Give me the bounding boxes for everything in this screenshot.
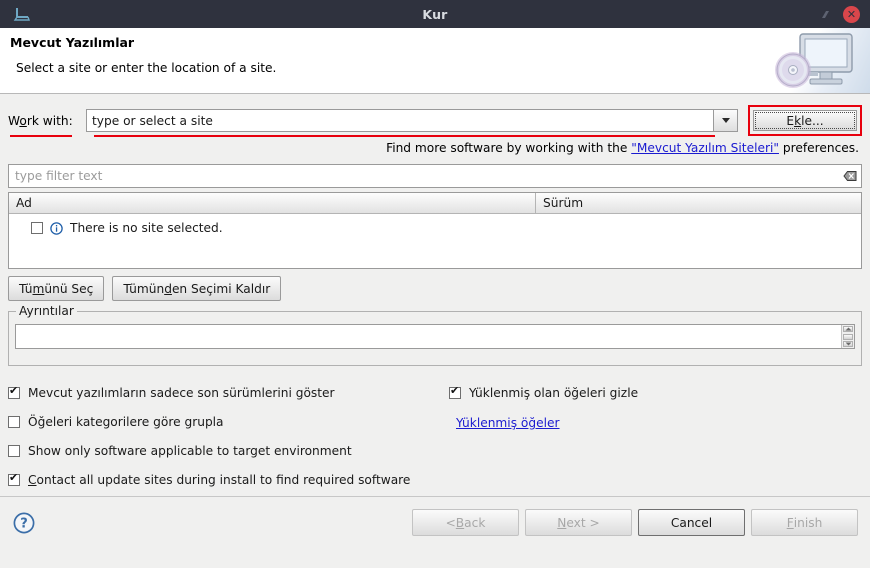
options-left-column: Mevcut yazılımların sadece son sürümleri…: [8, 378, 438, 494]
option-show-latest-versions-checkbox[interactable]: [8, 385, 20, 399]
page-title: Mevcut Yazılımlar: [10, 35, 135, 50]
filter-input[interactable]: [9, 169, 839, 183]
option-target-environment[interactable]: Show only software applicable to target …: [8, 436, 438, 465]
table-body: There is no site selected.: [9, 214, 861, 268]
table-header-row: Ad Sürüm: [9, 193, 861, 214]
monitor-with-disc-icon: [770, 28, 870, 93]
deselect-all-button[interactable]: Tümünden Seçimi Kaldır: [112, 276, 282, 301]
scroll-up-icon[interactable]: [843, 326, 853, 332]
scroll-down-icon[interactable]: [843, 341, 853, 347]
add-site-highlight: Ek le...: [748, 105, 862, 136]
select-all-button[interactable]: Tümünü Seç: [8, 276, 105, 301]
find-more-after: preferences.: [778, 141, 859, 155]
available-software-sites-link[interactable]: "Mevcut Yazılım Siteleri": [631, 141, 779, 155]
dialog-header: Mevcut Yazılımlar Select a site or enter…: [0, 28, 870, 94]
next-button[interactable]: Next >: [525, 509, 632, 536]
options-right-column: Yüklenmiş olan öğeleri gizle Yüklenmiş ö…: [449, 378, 638, 431]
find-more-text: Find more software by working with the "…: [8, 141, 862, 155]
restore-icon[interactable]: [817, 6, 833, 22]
option-contact-all-sites-checkbox[interactable]: [8, 472, 20, 486]
annotation-underline-label: [10, 135, 72, 137]
details-group: Ayrıntılar: [8, 304, 862, 366]
option-group-by-category-label: Öğeleri kategorilere göre grupla: [28, 414, 224, 429]
option-group-by-category[interactable]: Öğeleri kategorilere göre grupla: [8, 407, 438, 436]
info-icon: [50, 221, 63, 235]
table-row[interactable]: There is no site selected.: [31, 221, 861, 235]
work-with-row: Work with: Ekle...: [8, 94, 862, 136]
row-checkbox[interactable]: [31, 222, 43, 234]
work-with-combo[interactable]: [86, 109, 738, 132]
help-icon[interactable]: ?: [12, 511, 36, 535]
filter-box[interactable]: [8, 164, 862, 188]
software-table: Ad Sürüm There is no site selected.: [8, 192, 862, 269]
page-subtitle: Select a site or enter the location of a…: [16, 61, 277, 75]
row-label: There is no site selected.: [70, 221, 223, 235]
work-with-input[interactable]: [86, 109, 713, 132]
option-group-by-category-checkbox[interactable]: [8, 415, 20, 428]
chevron-down-icon[interactable]: [713, 109, 738, 132]
close-icon[interactable]: ✕: [843, 5, 860, 23]
details-scrollbar[interactable]: [841, 325, 854, 348]
dialog-footer: ? < Back Next > Cancel Finish: [0, 496, 870, 548]
svg-text:?: ?: [20, 516, 28, 531]
back-button[interactable]: < Back: [412, 509, 519, 536]
add-site-button[interactable]: Ek le...: [753, 110, 857, 131]
annotation-underline-input: [94, 135, 715, 137]
wizard-buttons: < Back Next > Cancel Finish: [412, 509, 858, 536]
work-with-label: Work with:: [8, 113, 73, 128]
window-title: Kur: [422, 6, 448, 22]
option-contact-all-sites-label: Contact all update sites during install …: [28, 472, 411, 487]
option-target-environment-checkbox[interactable]: [8, 444, 20, 457]
window-titlebar: Kur ✕: [0, 0, 870, 28]
option-hide-installed-checkbox[interactable]: [449, 385, 461, 399]
details-text: [16, 325, 841, 348]
cancel-button[interactable]: Cancel: [638, 509, 745, 536]
installed-items-link[interactable]: Yüklenmiş öğeler: [456, 416, 560, 430]
details-field[interactable]: [15, 324, 855, 349]
option-hide-installed[interactable]: Yüklenmiş olan öğeleri gizle: [449, 378, 638, 407]
option-contact-all-sites[interactable]: Contact all update sites during install …: [8, 465, 438, 494]
column-header-name[interactable]: Ad: [9, 193, 536, 214]
dialog-body: Work with: Ekle... Find more software by…: [0, 94, 870, 548]
option-show-latest-versions-label: Mevcut yazılımların sadece son sürümleri…: [28, 385, 335, 400]
details-scroll-thumb[interactable]: [843, 333, 853, 340]
find-more-before: Find more software by working with the: [386, 141, 632, 155]
clear-icon[interactable]: [839, 170, 861, 182]
finish-button[interactable]: Finish: [751, 509, 858, 536]
details-legend: Ayrıntılar: [16, 304, 77, 318]
column-header-version[interactable]: Sürüm: [536, 193, 861, 214]
options-area: Mevcut yazılımların sadece son sürümleri…: [8, 378, 862, 487]
option-hide-installed-label: Yüklenmiş olan öğeleri gizle: [469, 385, 639, 400]
option-target-environment-label: Show only software applicable to target …: [28, 443, 352, 458]
option-show-latest-versions[interactable]: Mevcut yazılımların sadece son sürümleri…: [8, 378, 438, 407]
selection-buttons: Tümünü Seç Tümünden Seçimi Kaldır: [8, 276, 862, 301]
